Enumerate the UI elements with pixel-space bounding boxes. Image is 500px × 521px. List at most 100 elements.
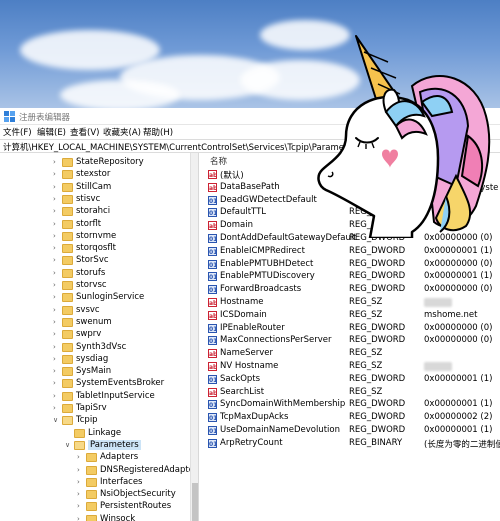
- tree-node-label: StillCam: [76, 181, 112, 192]
- tree-node[interactable]: › Synth3dVsc: [0, 341, 190, 354]
- tree-node-label: Winsock: [100, 513, 136, 521]
- chevron-right-icon[interactable]: ›: [53, 279, 61, 292]
- chevron-down-icon[interactable]: ∨: [53, 414, 61, 427]
- chevron-right-icon[interactable]: ›: [53, 377, 61, 390]
- value-row[interactable]: ab ICSDomain REG_SZ mshome.net: [206, 309, 500, 322]
- tree-node[interactable]: › Winsock: [0, 513, 190, 521]
- value-row[interactable]: ab NV Hostname REG_SZ: [206, 360, 500, 373]
- tree-node[interactable]: › sysdiag: [0, 353, 190, 366]
- tree-node[interactable]: › StillCam: [0, 181, 190, 194]
- pane-splitter[interactable]: [198, 153, 206, 521]
- chevron-down-icon[interactable]: ∨: [65, 439, 73, 452]
- binary-value-icon: 01: [208, 208, 218, 218]
- chevron-right-icon[interactable]: ›: [53, 181, 61, 194]
- value-row[interactable]: ab SearchList REG_SZ: [206, 386, 500, 399]
- tree-node[interactable]: › storflt: [0, 218, 190, 231]
- chevron-right-icon[interactable]: ›: [77, 451, 85, 464]
- chevron-right-icon[interactable]: ›: [53, 193, 61, 206]
- value-name: IPEnableRouter: [220, 322, 285, 333]
- value-row[interactable]: 01 TcpMaxDupAcks REG_DWORD 0x00000002 (2): [206, 411, 500, 424]
- menu-help[interactable]: 帮助(H): [143, 126, 173, 138]
- value-data: 0x00000000 (0): [424, 335, 493, 346]
- tree-node[interactable]: › storvsc: [0, 279, 190, 292]
- chevron-right-icon[interactable]: ›: [53, 304, 61, 317]
- value-row[interactable]: 01 MaxConnectionsPerServer REG_DWORD 0x0000…: [206, 334, 500, 347]
- value-row[interactable]: 01 SackOpts REG_DWORD 0x00000001 (1): [206, 373, 500, 386]
- value-row[interactable]: 01 EnablePMTUDiscovery REG_DWORD 0x00000001…: [206, 270, 500, 283]
- tree-node[interactable]: › Interfaces: [0, 476, 190, 489]
- chevron-right-icon[interactable]: ›: [53, 168, 61, 181]
- value-row[interactable]: 01 IPEnableRouter REG_DWORD 0x00000000 (0): [206, 322, 500, 335]
- tree-node[interactable]: › swenum: [0, 316, 190, 329]
- string-value-icon: ab: [208, 310, 218, 320]
- value-row[interactable]: 01 EnablePMTUBHDetect REG_DWORD 0x00000000 …: [206, 258, 500, 271]
- tree-node[interactable]: › SunloginService: [0, 291, 190, 304]
- tree-node[interactable]: › stornvme: [0, 230, 190, 243]
- value-row[interactable]: 01 SyncDomainWithMembership REG_DWORD 0x000…: [206, 398, 500, 411]
- tree-node-label: DNSRegisteredAdapters: [100, 464, 198, 475]
- tree-node[interactable]: › NsiObjectSecurity: [0, 488, 190, 501]
- tree-node[interactable]: › storqosflt: [0, 242, 190, 255]
- chevron-right-icon[interactable]: ›: [53, 365, 61, 378]
- chevron-right-icon[interactable]: ›: [53, 267, 61, 280]
- value-row[interactable]: ab Hostname REG_SZ: [206, 296, 500, 309]
- tree-node[interactable]: › TabletInputService: [0, 390, 190, 403]
- chevron-right-icon[interactable]: ›: [53, 316, 61, 329]
- chevron-right-icon[interactable]: ›: [53, 341, 61, 354]
- tree-node[interactable]: › Adapters: [0, 451, 190, 464]
- string-value-icon: ab: [208, 182, 218, 192]
- address-path[interactable]: 计算机\HKEY_LOCAL_MACHINE\SYSTEM\CurrentCon…: [3, 141, 360, 153]
- chevron-right-icon[interactable]: ›: [77, 464, 85, 477]
- chevron-right-icon[interactable]: ›: [53, 242, 61, 255]
- tree-node[interactable]: › storahci: [0, 205, 190, 218]
- menu-favorites[interactable]: 收藏夹(A): [103, 126, 141, 138]
- chevron-right-icon[interactable]: ›: [53, 291, 61, 304]
- chevron-right-icon[interactable]: ›: [53, 205, 61, 218]
- tree-scrollbar[interactable]: [190, 153, 198, 521]
- menu-edit[interactable]: 编辑(E): [37, 126, 66, 138]
- value-row[interactable]: 01 ForwardBroadcasts REG_DWORD 0x00000000 (…: [206, 283, 500, 296]
- chevron-right-icon[interactable]: ›: [53, 230, 61, 243]
- tree-node[interactable]: ∨ Tcpip: [0, 414, 190, 427]
- chevron-right-icon[interactable]: ›: [53, 156, 61, 169]
- value-row[interactable]: 01 UseDomainNameDevolution REG_DWORD 0x0000…: [206, 424, 500, 437]
- tree-node[interactable]: › SystemEventsBroker: [0, 377, 190, 390]
- tree-node-label: SystemEventsBroker: [76, 378, 165, 389]
- tree-node[interactable]: › DNSRegisteredAdapters: [0, 464, 198, 477]
- tree-node[interactable]: › TapiSrv: [0, 402, 190, 415]
- string-value-icon: ab: [208, 298, 218, 307]
- value-row[interactable]: ab NameServer REG_SZ: [206, 347, 500, 360]
- tree-node[interactable]: › StorSvc: [0, 254, 190, 267]
- chevron-right-icon[interactable]: ›: [77, 500, 85, 513]
- value-type: REG_SZ: [349, 309, 383, 320]
- chevron-right-icon[interactable]: ›: [53, 254, 61, 267]
- value-row[interactable]: 01 EnableICMPRedirect REG_DWORD 0x00000001 …: [206, 245, 500, 258]
- value-data: 0x00000000 (0): [424, 258, 493, 269]
- chevron-right-icon[interactable]: ›: [53, 353, 61, 366]
- chevron-right-icon[interactable]: ›: [53, 218, 61, 231]
- tree-node[interactable]: › stexstor: [0, 168, 190, 181]
- menu-view[interactable]: 查看(V): [70, 126, 99, 138]
- value-name: Hostname: [220, 297, 264, 307]
- menu-file[interactable]: 文件(F): [3, 126, 32, 138]
- tree-node[interactable]: › stisvc: [0, 193, 190, 206]
- column-header-name[interactable]: 名称: [210, 155, 227, 167]
- chevron-right-icon[interactable]: ›: [53, 402, 61, 415]
- tree-node[interactable]: › SysMain: [0, 365, 190, 378]
- registry-tree[interactable]: › StateRepository › stexstor › StillCam › stisv…: [0, 153, 198, 521]
- tree-node[interactable]: Linkage: [0, 427, 190, 440]
- folder-icon: [62, 219, 73, 229]
- chevron-right-icon[interactable]: ›: [77, 513, 85, 521]
- tree-node[interactable]: › PersistentRoutes: [0, 500, 190, 513]
- tree-node[interactable]: › StateRepository: [0, 156, 190, 169]
- chevron-right-icon[interactable]: ›: [53, 390, 61, 403]
- tree-node[interactable]: › swprv: [0, 328, 190, 341]
- value-row[interactable]: 01 ArpRetryCount REG_BINARY (长度为零的二进制值): [206, 437, 500, 450]
- chevron-right-icon[interactable]: ›: [77, 488, 85, 501]
- chevron-right-icon[interactable]: ›: [53, 328, 61, 341]
- tree-node[interactable]: › svsvc: [0, 304, 190, 317]
- tree-node-label: Synth3dVsc: [76, 341, 127, 352]
- chevron-right-icon[interactable]: ›: [77, 476, 85, 489]
- tree-node[interactable]: ∨ Parameters: [0, 439, 190, 452]
- tree-node[interactable]: › storufs: [0, 267, 190, 280]
